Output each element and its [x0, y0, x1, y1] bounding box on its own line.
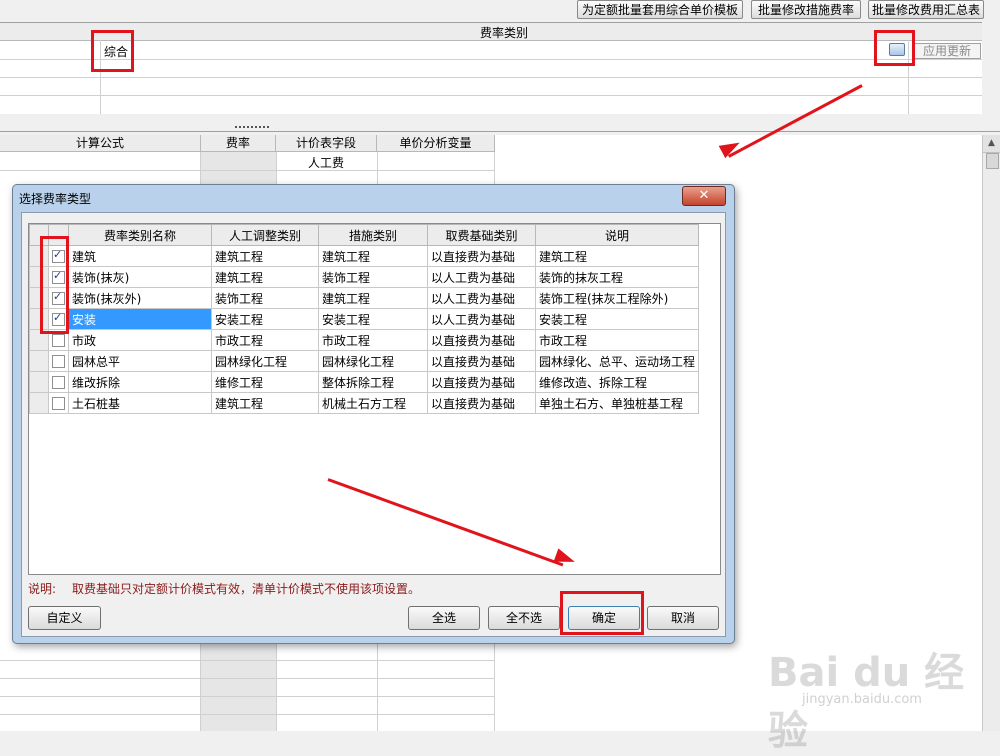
- row-marker: [29, 371, 49, 393]
- row-marker: [29, 350, 49, 372]
- description-cell: 维修改造、拆除工程: [534, 371, 700, 393]
- description-cell: 装饰的抹灰工程: [534, 266, 700, 288]
- table-row[interactable]: 建筑建筑工程建筑工程以直接费为基础建筑工程: [29, 245, 700, 267]
- description-cell: 市政工程: [534, 329, 700, 351]
- measure-category-cell: 市政工程: [318, 329, 428, 351]
- table-row[interactable]: 园林总平 园林绿化工程 园林绿化工程 以直接费为基础 园林绿化、总平、运动场工程: [29, 350, 700, 372]
- fee-name-cell[interactable]: 市政: [68, 329, 212, 351]
- labor-category-cell: 安装工程: [211, 308, 319, 330]
- annotation-box-picker: [874, 30, 915, 66]
- row-checkbox[interactable]: [48, 371, 69, 393]
- select-none-button[interactable]: 全不选: [488, 606, 560, 630]
- batch-fee-summary-button[interactable]: 批量修改费用汇总表: [868, 0, 984, 19]
- field-labor-cost[interactable]: 人工费: [308, 154, 344, 171]
- description-cell: 安装工程: [534, 308, 700, 330]
- labor-category-cell: 维修工程: [211, 371, 319, 393]
- fee-name-cell[interactable]: 装饰(抹灰): [68, 266, 212, 288]
- table-row[interactable]: 土石桩基 建筑工程 机械土石方工程 以直接费为基础 单独土石方、单独桩基工程: [29, 392, 700, 414]
- fee-type-grid: 费率类别名称 人工调整类别 措施类别 取费基础类别 说明 建筑建筑工程建筑工程以…: [29, 224, 700, 414]
- description-cell: 装饰工程(抹灰工程除外): [534, 287, 700, 309]
- annotation-box-cell: [91, 30, 134, 72]
- measure-category-cell: 建筑工程: [318, 287, 428, 309]
- checkbox-icon[interactable]: [52, 376, 65, 389]
- col-rate: 费率: [201, 135, 276, 152]
- fee-name-cell[interactable]: 建筑: [68, 245, 212, 267]
- watermark-url: jingyan.baidu.com: [802, 692, 922, 707]
- labor-category-cell: 建筑工程: [211, 392, 319, 414]
- description-cell: 建筑工程: [534, 245, 700, 267]
- fee-name-cell[interactable]: 安装: [68, 308, 212, 330]
- measure-category-cell: 机械土石方工程: [318, 392, 428, 414]
- fee-name-cell[interactable]: 装饰(抹灰外): [68, 287, 212, 309]
- col-formula: 计算公式: [0, 135, 201, 152]
- base-category-cell: 以直接费为基础: [427, 371, 536, 393]
- table-row[interactable]: 装饰(抹灰外)装饰工程建筑工程以人工费为基础装饰工程(抹灰工程除外): [29, 287, 700, 309]
- labor-category-cell: 装饰工程: [211, 287, 319, 309]
- note-line: 说明: 取费基础只对定额计价模式有效，清单计价模式不使用该项设置。: [28, 580, 420, 597]
- measure-category-cell: 安装工程: [318, 308, 428, 330]
- fee-category-header: 费率类别: [480, 26, 529, 40]
- fee-type-table: 费率类别名称 人工调整类别 措施类别 取费基础类别 说明 建筑建筑工程建筑工程以…: [28, 223, 721, 575]
- apply-update-button[interactable]: 应用更新: [913, 43, 981, 59]
- select-fee-type-dialog: 选择费率类型 ✕ 费率类别名称 人工调整类别 措施类别 取费基础类别 说明 建筑…: [12, 184, 735, 644]
- note-text: 取费基础只对定额计价模式有效，清单计价模式不使用该项设置。: [72, 582, 421, 596]
- table-row[interactable]: 市政 市政工程 市政工程 以直接费为基础 市政工程: [29, 329, 700, 351]
- annotation-box-ok: [560, 591, 644, 635]
- col-labor-category: 人工调整类别: [211, 224, 319, 246]
- base-category-cell: 以直接费为基础: [427, 392, 536, 414]
- close-icon[interactable]: ✕: [682, 186, 726, 206]
- table-row[interactable]: 装饰(抹灰)建筑工程装饰工程以人工费为基础装饰的抹灰工程: [29, 266, 700, 288]
- labor-category-cell: 市政工程: [211, 329, 319, 351]
- table-header-row: 费率类别名称 人工调整类别 措施类别 取费基础类别 说明: [29, 224, 700, 246]
- base-category-cell: 以人工费为基础: [427, 308, 536, 330]
- col-field: 计价表字段: [276, 135, 377, 152]
- labor-category-cell: 建筑工程: [211, 245, 319, 267]
- scroll-thumb[interactable]: [986, 153, 999, 169]
- col-description: 说明: [534, 224, 700, 246]
- row-checkbox[interactable]: [48, 350, 69, 372]
- labor-category-cell: 园林绿化工程: [211, 350, 319, 372]
- custom-button[interactable]: 自定义: [28, 606, 101, 630]
- batch-template-button[interactable]: 为定额批量套用综合单价模板: [577, 0, 743, 19]
- col-fee-name: 费率类别名称: [68, 224, 212, 246]
- base-category-cell: 以人工费为基础: [427, 287, 536, 309]
- batch-measure-rate-button[interactable]: 批量修改措施费率: [751, 0, 861, 19]
- measure-category-cell: 整体拆除工程: [318, 371, 428, 393]
- measure-category-cell: 建筑工程: [318, 245, 428, 267]
- checkbox-icon[interactable]: [52, 355, 65, 368]
- description-cell: 单独土石方、单独桩基工程: [534, 392, 700, 414]
- dialog-title: 选择费率类型: [19, 192, 92, 206]
- labor-category-cell: 建筑工程: [211, 266, 319, 288]
- checkbox-icon[interactable]: [52, 397, 65, 410]
- fee-name-cell[interactable]: 园林总平: [68, 350, 212, 372]
- col-variable: 单价分析变量: [377, 135, 495, 152]
- cancel-button[interactable]: 取消: [647, 606, 719, 630]
- fee-name-cell[interactable]: 土石桩基: [68, 392, 212, 414]
- col-base-category: 取费基础类别: [427, 224, 536, 246]
- table-row[interactable]: 维改拆除 维修工程 整体拆除工程 以直接费为基础 维修改造、拆除工程: [29, 371, 700, 393]
- scroll-up-icon[interactable]: ▲: [983, 135, 1000, 153]
- col-measure-category: 措施类别: [318, 224, 428, 246]
- base-category-cell: 以直接费为基础: [427, 350, 536, 372]
- splitter[interactable]: [0, 114, 1000, 135]
- row-checkbox[interactable]: [48, 392, 69, 414]
- fee-name-cell[interactable]: 维改拆除: [68, 371, 212, 393]
- table-row[interactable]: 安装安装工程安装工程以人工费为基础安装工程: [29, 308, 700, 330]
- base-category-cell: 以直接费为基础: [427, 329, 536, 351]
- base-category-cell: 以人工费为基础: [427, 266, 536, 288]
- dialog-body: 费率类别名称 人工调整类别 措施类别 取费基础类别 说明 建筑建筑工程建筑工程以…: [21, 212, 726, 637]
- description-cell: 园林绿化、总平、运动场工程: [534, 350, 700, 372]
- checkbox-icon[interactable]: [52, 334, 65, 347]
- annotation-box-checkboxes: [40, 236, 69, 334]
- measure-category-cell: 装饰工程: [318, 266, 428, 288]
- note-label: 说明:: [28, 582, 57, 596]
- measure-category-cell: 园林绿化工程: [318, 350, 428, 372]
- row-marker: [29, 392, 49, 414]
- base-category-cell: 以直接费为基础: [427, 245, 536, 267]
- select-all-button[interactable]: 全选: [408, 606, 480, 630]
